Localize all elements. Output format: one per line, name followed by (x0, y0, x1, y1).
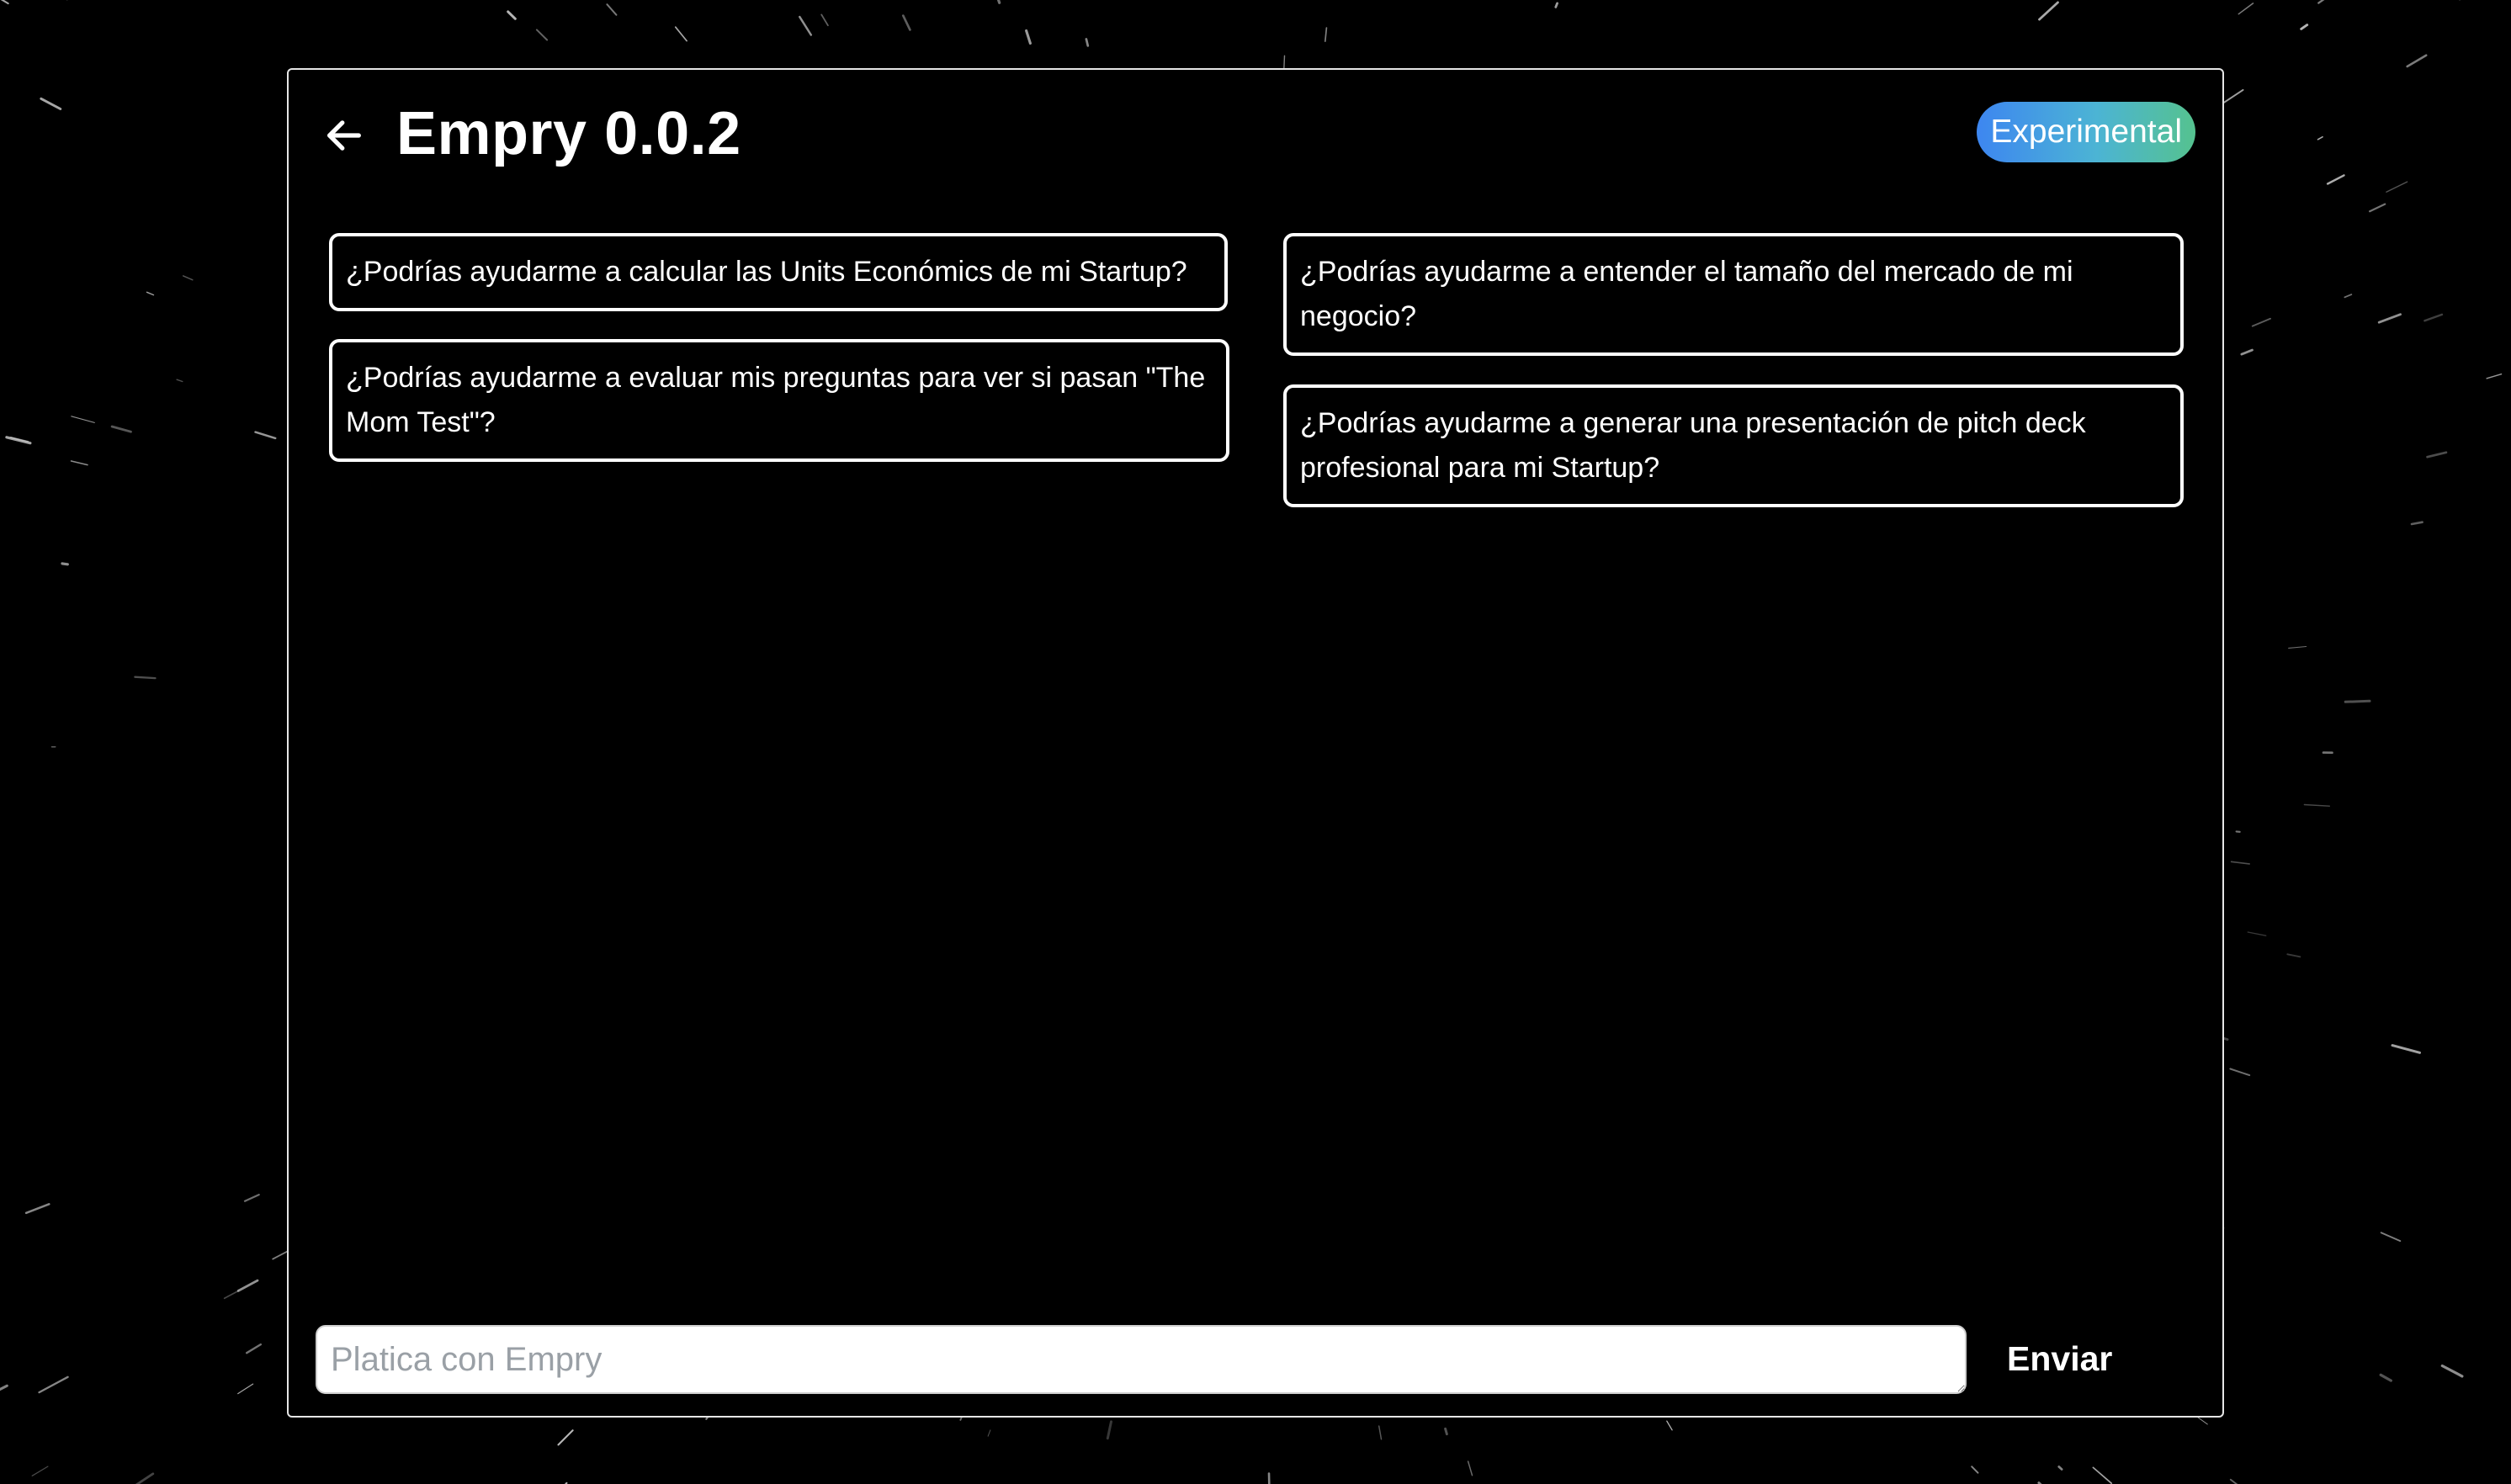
star-streak (38, 1375, 69, 1394)
star-streak (1025, 29, 1032, 45)
star-streak (246, 1343, 262, 1354)
star-streak (2229, 1478, 2238, 1484)
star-streak (71, 416, 95, 423)
star-streak (2223, 88, 2244, 103)
star-streak (2380, 1232, 2402, 1243)
star-streak (1324, 27, 1328, 42)
star-streak (146, 291, 155, 296)
star-streak (2038, 1, 2059, 21)
page-title: Empry 0.0.2 (396, 100, 741, 167)
star-streak (535, 29, 549, 41)
star-streak (182, 275, 194, 281)
star-streak (5, 436, 32, 445)
star-streak (2317, 135, 2323, 140)
star-streak (237, 1383, 254, 1395)
star-streak (2057, 1465, 2063, 1471)
chat-panel: Empry 0.0.2 Experimental ¿Podrías ayudar… (287, 68, 2224, 1418)
star-streak (254, 431, 277, 440)
star-streak (0, 1384, 8, 1391)
star-streak (799, 15, 813, 36)
star-streak (2426, 451, 2448, 458)
star-streak (1971, 1465, 1979, 1474)
suggestion-unit-economics[interactable]: ¿Podrías ayudarme a calcular las Units E… (329, 233, 1228, 311)
star-streak (2251, 317, 2271, 327)
star-streak (2440, 1364, 2464, 1378)
experimental-badge: Experimental (1977, 102, 2195, 162)
star-streak (557, 1429, 574, 1446)
star-streak (2286, 953, 2301, 958)
star-streak (2240, 348, 2254, 356)
star-streak (2238, 3, 2254, 15)
star-streak (135, 1472, 155, 1484)
star-streak (2386, 181, 2408, 193)
app-root: Empry 0.0.2 Experimental ¿Podrías ayudar… (0, 0, 2511, 1484)
star-streak (507, 10, 517, 20)
star-streak (2230, 861, 2250, 865)
star-streak (2092, 1466, 2113, 1484)
back-button[interactable] (319, 107, 369, 164)
star-streak (236, 1279, 259, 1292)
star-streak (2410, 521, 2423, 526)
star-streak (606, 3, 618, 16)
star-streak (2344, 294, 2353, 299)
star-streak (2369, 203, 2386, 213)
star-streak (1085, 38, 1090, 47)
star-streak (70, 460, 88, 466)
suggestion-market-size[interactable]: ¿Podrías ayudarme a entender el tamaño d… (1283, 233, 2184, 356)
suggestion-mom-test[interactable]: ¿Podrías ayudarme a evaluar mis pregunta… (329, 339, 1229, 462)
star-streak (2391, 1044, 2421, 1054)
star-streak (1666, 1420, 1673, 1431)
star-streak (674, 26, 687, 42)
star-streak (2247, 931, 2267, 936)
star-streak (2344, 699, 2371, 703)
star-streak (2377, 313, 2402, 324)
chat-input[interactable] (316, 1325, 1967, 1394)
star-streak (134, 676, 157, 680)
star-streak (2303, 803, 2331, 807)
star-streak (2379, 1373, 2392, 1382)
star-streak (2317, 0, 2325, 4)
star-streak (987, 1429, 991, 1437)
star-streak (176, 379, 183, 383)
star-streak (1554, 2, 1558, 8)
star-streak (2326, 174, 2345, 185)
send-button[interactable]: Enviar (2005, 1325, 2174, 1392)
star-streak (110, 425, 132, 433)
star-streak (223, 1290, 240, 1300)
star-streak (1444, 1427, 1448, 1436)
star-streak (1106, 1420, 1112, 1440)
star-streak (2300, 24, 2309, 30)
star-streak (2486, 373, 2503, 379)
arrow-left-icon (327, 120, 361, 151)
suggestion-pitch-deck[interactable]: ¿Podrías ayudarme a generar una presenta… (1283, 384, 2184, 507)
star-streak (1378, 1425, 1383, 1440)
star-streak (31, 1465, 49, 1476)
star-streak (40, 97, 62, 110)
star-streak (901, 14, 911, 31)
star-streak (820, 13, 829, 27)
star-streak (2423, 313, 2444, 322)
star-streak (2288, 645, 2307, 649)
star-streak (2229, 1068, 2251, 1077)
star-streak (2406, 54, 2428, 68)
star-streak (24, 1203, 50, 1215)
star-streak (1467, 1460, 1473, 1476)
star-streak (243, 1193, 260, 1202)
star-streak (0, 0, 9, 5)
star-streak (996, 0, 1001, 4)
